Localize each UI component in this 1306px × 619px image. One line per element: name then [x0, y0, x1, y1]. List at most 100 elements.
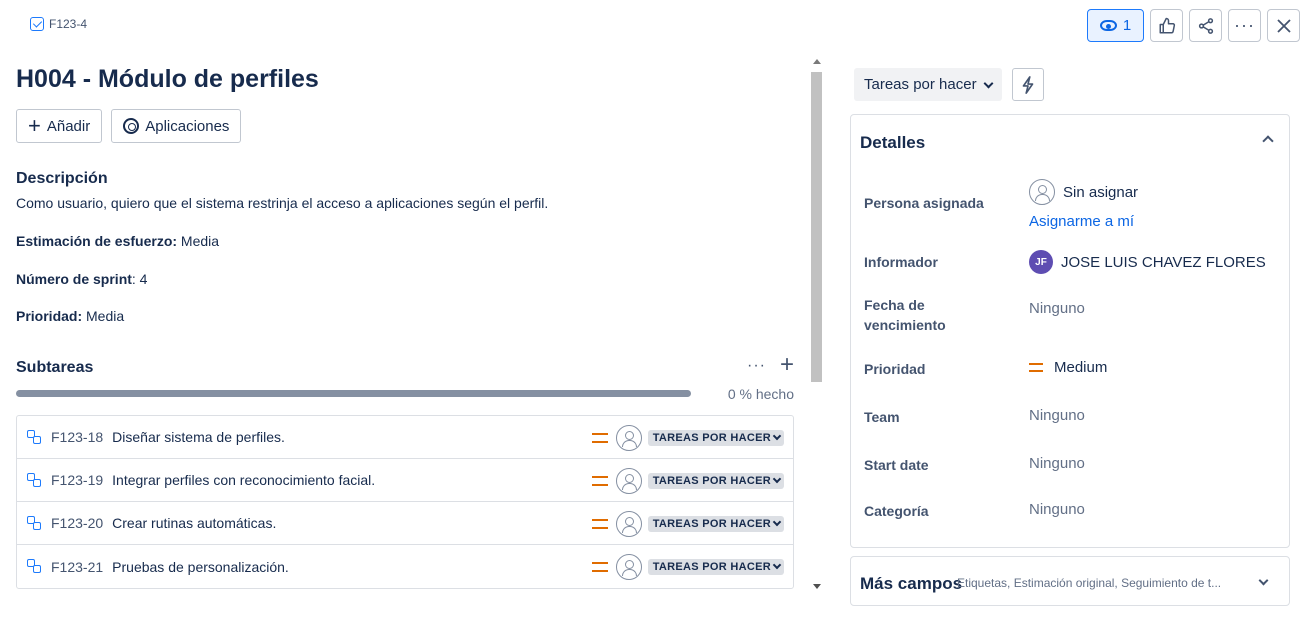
sprint-label: Número de sprint	[16, 271, 132, 287]
chevron-down-icon	[772, 560, 782, 570]
details-panel: Detalles Persona asignada Sin asignar As…	[850, 114, 1290, 548]
chevron-down-icon[interactable]	[1258, 575, 1269, 586]
issue-toolbar: + Añadir Aplicaciones	[16, 109, 242, 143]
details-heading: Detalles	[860, 133, 926, 152]
assignee-value[interactable]: Sin asignar	[1029, 179, 1138, 205]
priority-value: Media	[82, 308, 125, 324]
effort-field[interactable]: Estimación de esfuerzo: Media	[16, 233, 219, 249]
description-heading: Descripción	[16, 170, 108, 187]
status-label: TAREAS POR HACER	[652, 560, 771, 573]
subtask-icon	[27, 472, 42, 488]
reporter-avatar: JF	[1029, 250, 1053, 274]
status-label: TAREAS POR HACER	[652, 517, 771, 530]
subtasks-actions: ··· +	[747, 353, 794, 377]
subtask-key[interactable]: F123-20	[51, 515, 103, 531]
sprint-value: : 4	[131, 271, 148, 287]
unassigned-avatar-icon[interactable]	[615, 467, 642, 494]
subtask-key[interactable]: F123-21	[51, 559, 103, 575]
status-dropdown[interactable]: TAREAS POR HACER	[647, 558, 784, 575]
status-dropdown[interactable]: TAREAS POR HACER	[647, 429, 784, 446]
start-date-value[interactable]: Ninguno	[1029, 455, 1085, 472]
due-date-label: Fecha de vencimiento	[864, 297, 946, 333]
top-actions: 1 ···	[1087, 9, 1300, 42]
issue-title[interactable]: H004 - Módulo de perfiles	[16, 65, 319, 94]
share-button[interactable]	[1189, 9, 1222, 42]
priority-field[interactable]: Prioridad: Media	[16, 308, 124, 324]
thumbs-up-icon	[1159, 17, 1175, 33]
status-dropdown[interactable]: TAREAS POR HACER	[647, 515, 784, 532]
like-button[interactable]	[1150, 9, 1183, 42]
unassigned-avatar-icon	[1029, 179, 1055, 205]
description-text[interactable]: Como usuario, quiero que el sistema rest…	[16, 195, 548, 211]
subtasks-list: F123-18 Diseñar sistema de perfiles. TAR…	[16, 415, 794, 589]
priority-label: Prioridad:	[16, 308, 83, 324]
more-fields-panel[interactable]: Más campos Etiquetas, Estimación origina…	[850, 556, 1290, 606]
subtasks-more-icon[interactable]: ···	[747, 357, 766, 375]
team-label: Team	[864, 409, 900, 425]
eye-icon	[1099, 20, 1117, 31]
add-button-label: Añadir	[46, 117, 91, 135]
scroll-thumb[interactable]	[811, 72, 822, 382]
subtask-row[interactable]: F123-18 Diseñar sistema de perfiles. TAR…	[17, 416, 793, 459]
subtask-summary[interactable]: Crear rutinas automáticas.	[112, 515, 276, 531]
subtask-row[interactable]: F123-20 Crear rutinas automáticas. TAREA…	[17, 502, 793, 545]
start-date-label: Start date	[864, 457, 929, 473]
assignee-text: Sin asignar	[1063, 183, 1139, 201]
more-icon: ···	[1234, 15, 1255, 35]
watch-button[interactable]: 1	[1087, 9, 1144, 42]
reporter-value[interactable]: JF JOSE LUIS CHAVEZ FLORES	[1029, 250, 1266, 274]
chevron-down-icon	[772, 517, 782, 527]
subtask-summary[interactable]: Integrar perfiles con reconocimiento fac…	[112, 472, 375, 488]
issue-main-panel: H004 - Módulo de perfiles + Añadir Aplic…	[16, 55, 794, 595]
main-scrollbar[interactable]	[809, 57, 824, 595]
team-value[interactable]: Ninguno	[1029, 407, 1085, 424]
add-button[interactable]: + Añadir	[16, 109, 103, 143]
sprint-field[interactable]: Número de sprint: 4	[16, 271, 147, 287]
priority-medium-icon	[591, 518, 608, 529]
scroll-up-arrow-icon[interactable]	[813, 59, 821, 64]
more-actions-button[interactable]: ···	[1228, 9, 1261, 42]
effort-label: Estimación de esfuerzo:	[16, 233, 178, 249]
watch-count: 1	[1122, 17, 1132, 34]
subtask-row[interactable]: F123-21 Pruebas de personalización. TARE…	[17, 545, 793, 588]
chevron-down-icon	[772, 474, 782, 484]
subtasks-add-icon[interactable]: +	[780, 353, 794, 377]
subtask-key[interactable]: F123-18	[51, 429, 103, 445]
due-date-value[interactable]: Ninguno	[1029, 300, 1085, 317]
issue-key[interactable]: F123-4	[49, 17, 87, 31]
priority-text: Medium	[1054, 359, 1108, 376]
more-fields-summary: Etiquetas, Estimación original, Seguimie…	[957, 576, 1222, 590]
plus-icon: +	[28, 113, 41, 138]
subtask-summary[interactable]: Diseñar sistema de perfiles.	[112, 429, 285, 445]
lightning-icon	[1022, 75, 1034, 94]
chevron-up-icon[interactable]	[1262, 135, 1274, 147]
subtasks-progress-bar	[16, 390, 691, 397]
task-type-icon	[30, 17, 44, 31]
issue-key-breadcrumb[interactable]: F123-4	[30, 17, 87, 31]
assignee-label: Persona asignada	[864, 195, 984, 211]
share-icon	[1198, 17, 1213, 34]
category-value[interactable]: Ninguno	[1029, 501, 1085, 518]
scroll-down-arrow-icon[interactable]	[813, 584, 821, 589]
reporter-text: JOSE LUIS CHAVEZ FLORES	[1061, 253, 1266, 271]
apps-icon	[123, 118, 140, 134]
subtask-row[interactable]: F123-19 Integrar perfiles con reconocimi…	[17, 459, 793, 502]
unassigned-avatar-icon[interactable]	[615, 553, 642, 580]
subtasks-progress-text: 0 % hecho	[727, 386, 794, 402]
apps-button[interactable]: Aplicaciones	[111, 109, 242, 143]
apps-button-label: Aplicaciones	[145, 117, 230, 135]
status-transition-dropdown[interactable]: Tareas por hacer	[854, 68, 1002, 101]
status-dropdown[interactable]: TAREAS POR HACER	[647, 472, 784, 489]
unassigned-avatar-icon[interactable]	[615, 424, 642, 451]
subtask-icon	[27, 429, 42, 445]
automation-button[interactable]	[1012, 68, 1044, 101]
priority-value[interactable]: Medium	[1029, 359, 1107, 376]
assign-to-me-link[interactable]: Asignarme a mí	[1029, 213, 1134, 230]
priority-medium-icon	[1029, 363, 1043, 372]
subtask-key[interactable]: F123-19	[51, 472, 103, 488]
unassigned-avatar-icon[interactable]	[615, 510, 642, 537]
subtask-summary[interactable]: Pruebas de personalización.	[112, 559, 289, 575]
status-transition-label: Tareas por hacer	[864, 76, 977, 93]
close-button[interactable]	[1267, 9, 1300, 42]
reporter-label: Informador	[864, 254, 938, 270]
